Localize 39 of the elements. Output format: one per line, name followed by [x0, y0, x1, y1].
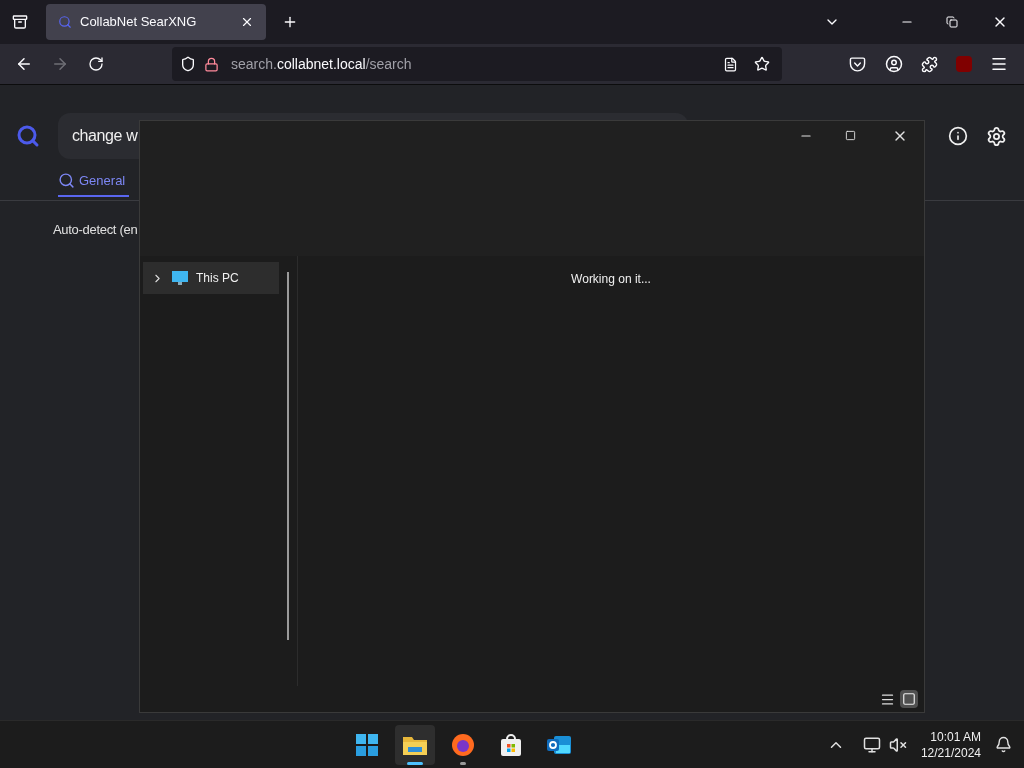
- search-icon: [58, 15, 72, 29]
- close-icon[interactable]: [240, 15, 254, 29]
- clock-date: 12/21/2024: [920, 744, 981, 761]
- reload-icon[interactable]: [88, 56, 104, 72]
- status-message: Working on it...: [571, 271, 651, 288]
- lock-icon: [204, 56, 219, 72]
- category-tab[interactable]: General: [58, 171, 130, 197]
- nav-item[interactable]: This PC: [143, 262, 279, 294]
- store-bag-icon: [499, 732, 524, 757]
- pocket-icon[interactable]: [849, 55, 866, 73]
- forward-icon[interactable]: [51, 55, 69, 73]
- bookmark-star-icon[interactable]: [754, 56, 770, 72]
- url-text: search.collabnet.local/search: [231, 54, 412, 74]
- shield-icon: [180, 56, 196, 72]
- menu-icon[interactable]: [990, 55, 1008, 73]
- tab-title: CollabNet SearXNG: [80, 13, 198, 32]
- tab-list-icon[interactable]: [12, 14, 28, 30]
- volume-muted-icon[interactable]: [888, 735, 907, 754]
- maximize-icon[interactable]: [845, 130, 856, 141]
- browser-tab[interactable]: CollabNet SearXNG: [46, 4, 266, 40]
- search-icon: [58, 172, 75, 190]
- monitor-icon: [172, 270, 188, 286]
- info-icon[interactable]: [948, 126, 968, 146]
- reader-view-icon[interactable]: [723, 56, 738, 72]
- restore-icon[interactable]: [946, 16, 958, 28]
- notification-icon[interactable]: [995, 736, 1012, 753]
- taskbar-button[interactable]: [395, 724, 436, 765]
- tiles-view-button[interactable]: [900, 690, 918, 708]
- address-bar[interactable]: search.collabnet.local/search: [172, 47, 782, 81]
- extensions-icon[interactable]: [921, 55, 938, 73]
- network-icon[interactable]: [862, 735, 881, 754]
- back-icon[interactable]: [15, 55, 33, 73]
- account-icon[interactable]: [885, 55, 903, 73]
- settings-icon[interactable]: [986, 125, 1007, 147]
- language-label: Auto-detect (en: [53, 221, 139, 239]
- search-logo-icon: [16, 124, 40, 148]
- new-tab-icon[interactable]: [282, 14, 298, 30]
- windows-logo-icon: [355, 732, 380, 757]
- clock-time: 10:01 AM: [930, 728, 981, 745]
